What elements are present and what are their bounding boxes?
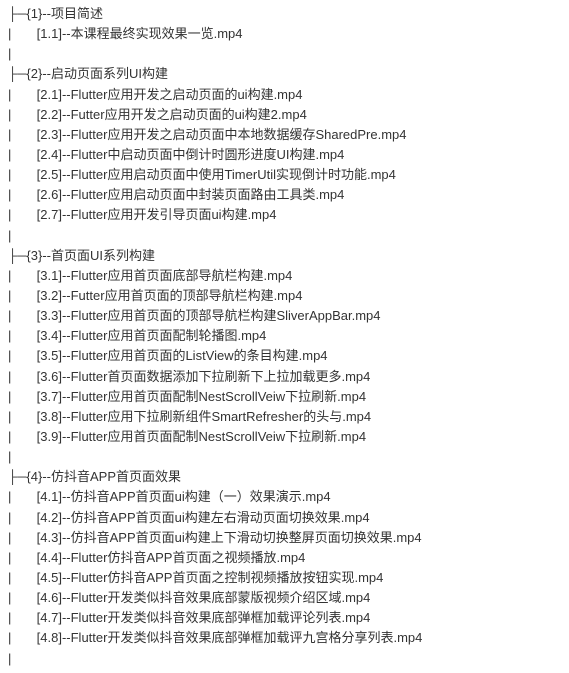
file-item: | [4.2]--仿抖音APP首页面ui构建左右滑动页面切换效果.mp4	[8, 508, 561, 528]
file-item: | [3.7]--Flutter应用首页面配制NestScrollVeiw下拉刷…	[8, 387, 561, 407]
file-item: | [2.1]--Flutter应用开发之启动页面的ui构建.mp4	[8, 85, 561, 105]
file-item: | [4.7]--Flutter开发类似抖音效果底部弹框加载评论列表.mp4	[8, 608, 561, 628]
file-item: | [3.3]--Flutter应用首页面的顶部导航栏构建SliverAppBa…	[8, 306, 561, 326]
file-item: | [3.1]--Flutter应用首页面底部导航栏构建.mp4	[8, 266, 561, 286]
file-item: | [3.6]--Flutter首页面数据添加下拉刷新下上拉加载更多.mp4	[8, 367, 561, 387]
file-item: | [4.5]--Flutter仿抖音APP首页面之控制视频播放按钮实现.mp4	[8, 568, 561, 588]
file-item: | [2.3]--Flutter应用开发之启动页面中本地数据缓存SharedPr…	[8, 125, 561, 145]
file-item: | [3.2]--Futter应用首页面的顶部导航栏构建.mp4	[8, 286, 561, 306]
file-item: | [2.2]--Futter应用开发之启动页面的ui构建2.mp4	[8, 105, 561, 125]
tree-spacer: |	[8, 649, 561, 669]
file-item: | [1.1]--本课程最终实现效果一览.mp4	[8, 24, 561, 44]
section-header: ├─{3}--首页面UI系列构建	[8, 246, 561, 266]
file-item: | [3.4]--Flutter应用首页面配制轮播图.mp4	[8, 326, 561, 346]
file-item: | [2.6]--Flutter应用启动页面中封装页面路由工具类.mp4	[8, 185, 561, 205]
section-header: ├─{4}--仿抖音APP首页面效果	[8, 467, 561, 487]
section-header: ├─{1}--项目简述	[8, 4, 561, 24]
tree-spacer: |	[8, 226, 561, 246]
file-item: | [4.4]--Flutter仿抖音APP首页面之视频播放.mp4	[8, 548, 561, 568]
file-item: | [4.1]--仿抖音APP首页面ui构建（一）效果演示.mp4	[8, 487, 561, 507]
section-header: ├─{2}--启动页面系列UI构建	[8, 64, 561, 84]
tree-spacer: |	[8, 44, 561, 64]
file-item: | [2.5]--Flutter应用启动页面中使用TimerUtil实现倒计时功…	[8, 165, 561, 185]
file-item: | [4.8]--Flutter开发类似抖音效果底部弹框加载评九宫格分享列表.m…	[8, 628, 561, 648]
directory-tree: ├─{1}--项目简述| [1.1]--本课程最终实现效果一览.mp4|├─{2…	[8, 4, 561, 669]
tree-spacer: |	[8, 447, 561, 467]
file-item: | [2.4]--Flutter中启动页面中倒计时圆形进度UI构建.mp4	[8, 145, 561, 165]
file-item: | [4.3]--仿抖音APP首页面ui构建上下滑动切换整屏页面切换效果.mp4	[8, 528, 561, 548]
file-item: | [3.9]--Flutter应用首页面配制NestScrollVeiw下拉刷…	[8, 427, 561, 447]
file-item: | [2.7]--Flutter应用开发引导页面ui构建.mp4	[8, 205, 561, 225]
file-item: | [4.6]--Flutter开发类似抖音效果底部蒙版视频介绍区域.mp4	[8, 588, 561, 608]
file-item: | [3.8]--Flutter应用下拉刷新组件SmartRefresher的头…	[8, 407, 561, 427]
file-item: | [3.5]--Flutter应用首页面的ListView的条目构建.mp4	[8, 346, 561, 366]
